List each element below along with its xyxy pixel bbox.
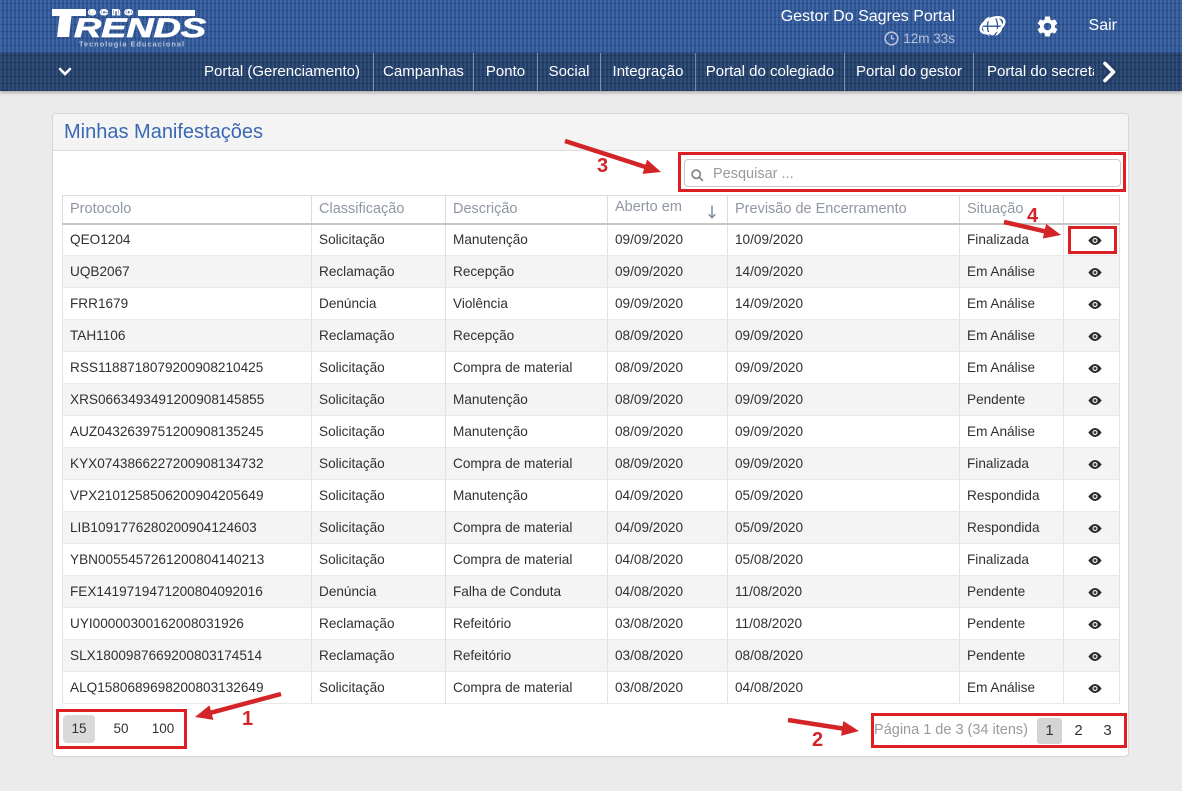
svg-text:RENDS: RENDS: [74, 13, 206, 43]
svg-text:Tecnologia Educacional: Tecnologia Educacional: [79, 40, 185, 49]
